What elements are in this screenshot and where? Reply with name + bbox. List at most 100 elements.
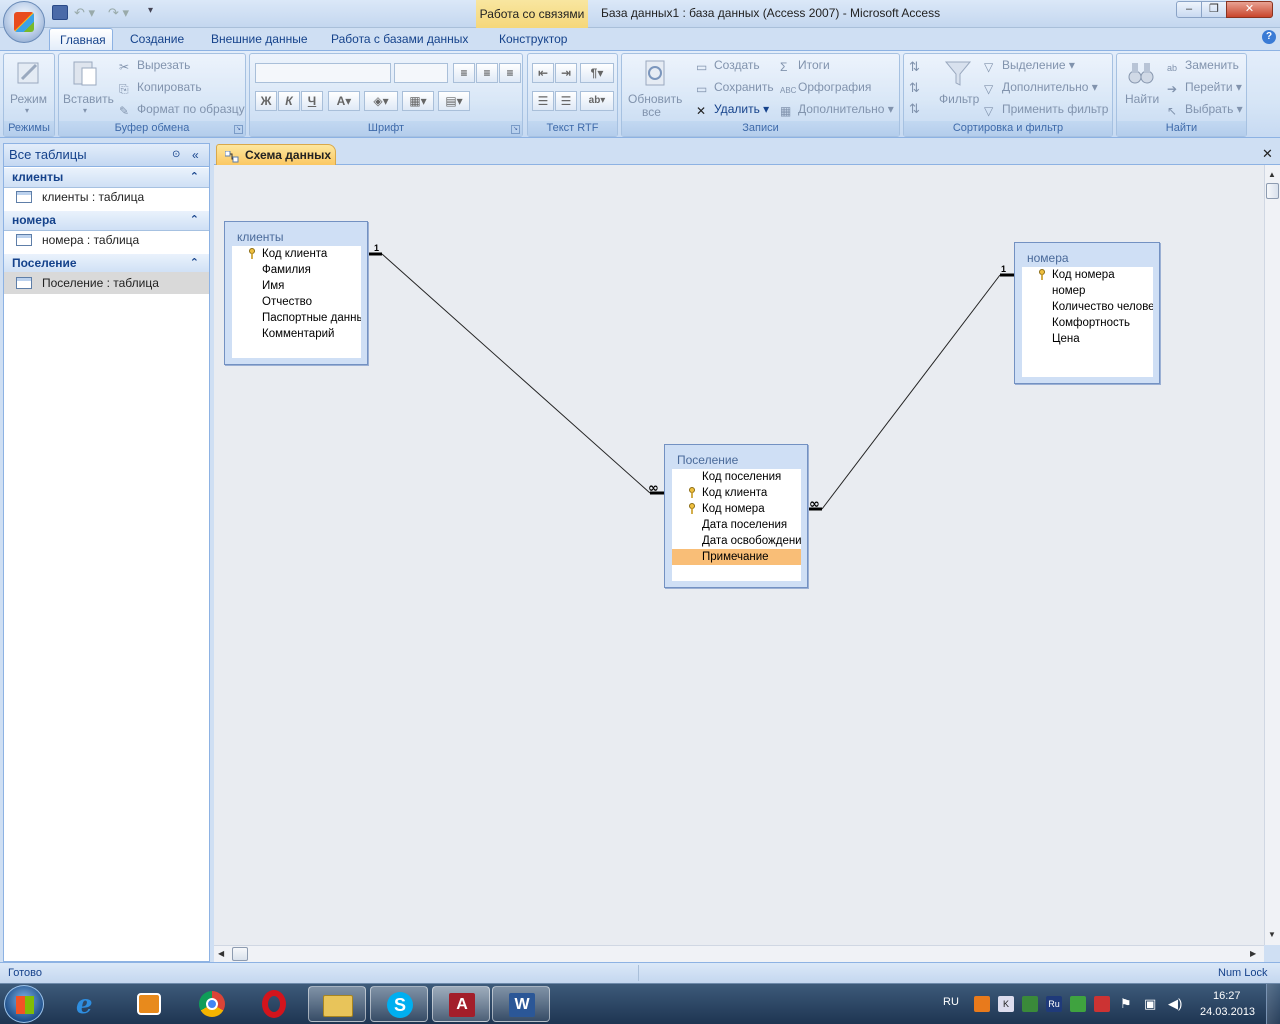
clock-date[interactable]: 24.03.2013 <box>1200 1006 1255 1018</box>
minimize-button[interactable]: – <box>1176 1 1202 18</box>
tab-home[interactable]: Главная <box>49 28 113 50</box>
tray-sync-icon[interactable] <box>1022 996 1038 1012</box>
field-item-selected[interactable]: Примечание <box>672 549 801 565</box>
tray-keyboard-icon[interactable]: K <box>998 996 1014 1012</box>
tray-app-icon[interactable] <box>974 996 990 1012</box>
selection-button[interactable]: ▽ Выделение ▾ <box>984 58 1075 74</box>
language-indicator[interactable]: RU <box>943 996 959 1008</box>
goto-button[interactable]: ➔ Перейти ▾ <box>1167 80 1242 96</box>
view-dropdown-icon[interactable]: ▾ <box>25 106 29 115</box>
vertical-scrollbar[interactable]: ▲ ▼ <box>1264 165 1280 945</box>
tray-security-icon[interactable] <box>1070 996 1086 1012</box>
find-button[interactable]: Найти <box>1125 92 1159 106</box>
redo-icon[interactable]: ↷ ▾ <box>108 5 129 21</box>
select-button[interactable]: ↖ Выбрать ▾ <box>1167 102 1243 118</box>
collapse-icon[interactable]: ⌃ <box>190 168 199 187</box>
font-color-icon[interactable]: A▾ <box>328 91 360 111</box>
scroll-right-icon[interactable]: ▶ <box>1250 949 1256 958</box>
gridlines-icon[interactable]: ▦▾ <box>402 91 434 111</box>
bullets-icon[interactable]: ☰ <box>555 91 577 111</box>
field-item[interactable]: Паспортные данные <box>232 310 361 326</box>
table-title[interactable]: Поселение <box>665 445 807 469</box>
horizontal-scroll-thumb[interactable] <box>232 947 248 961</box>
spelling-button[interactable]: ABC Орфография <box>780 80 871 98</box>
field-item[interactable]: Дата освобождения <box>672 533 801 549</box>
field-item[interactable]: Код поселения <box>672 469 801 485</box>
advanced-filter-button[interactable]: ▽ Дополнительно ▾ <box>984 80 1098 96</box>
collapse-icon[interactable]: ⌃ <box>190 254 199 273</box>
nav-pane-header[interactable]: Все таблицы ⊙ « <box>3 143 210 167</box>
vertical-scroll-thumb[interactable] <box>1266 183 1279 199</box>
field-item[interactable]: Имя <box>232 278 361 294</box>
field-item[interactable]: Код клиента <box>672 485 801 501</box>
field-item[interactable]: Фамилия <box>232 262 361 278</box>
cut-button[interactable]: ✂ Вырезать <box>119 58 190 74</box>
restore-button[interactable]: ❐ <box>1201 1 1227 18</box>
field-item[interactable]: Количество человек <box>1022 299 1153 315</box>
nav-item-klienty-table[interactable]: клиенты : таблица <box>4 186 209 208</box>
table-window-poselenie[interactable]: Поселение Код поселения Код клиента Код … <box>664 444 808 588</box>
table-window-nomera[interactable]: номера Код номера номер Количество челов… <box>1014 242 1160 384</box>
replace-button[interactable]: ab Заменить <box>1167 58 1239 75</box>
nav-item-poselenie-table[interactable]: Поселение : таблица <box>4 272 209 294</box>
nav-group-klienty[interactable]: клиенты ⌃ <box>4 168 209 188</box>
scroll-up-icon[interactable]: ▲ <box>1268 170 1276 179</box>
volume-icon[interactable]: ◀) <box>1168 996 1182 1012</box>
collapse-icon[interactable]: ⌃ <box>190 211 199 230</box>
table-title[interactable]: клиенты <box>225 222 367 246</box>
align-right-icon[interactable]: ≡ <box>499 63 521 83</box>
fill-color-icon[interactable]: ◈▾ <box>364 91 398 111</box>
show-desktop-button[interactable] <box>1266 984 1280 1024</box>
refresh-all-label[interactable]: все <box>642 105 661 119</box>
table-window-klienty[interactable]: клиенты Код клиента Фамилия Имя Отчество… <box>224 221 368 365</box>
save-icon[interactable] <box>52 5 68 20</box>
taskbar-access-icon[interactable]: A <box>432 986 490 1022</box>
field-item[interactable]: Код номера <box>1022 267 1153 283</box>
tray-ru-icon[interactable]: Ru <box>1046 996 1062 1012</box>
nav-item-nomera-table[interactable]: номера : таблица <box>4 229 209 251</box>
refresh-button[interactable]: Обновить <box>628 92 682 106</box>
field-item[interactable]: Код номера <box>672 501 801 517</box>
font-size-select[interactable] <box>394 63 448 83</box>
clipboard-launcher-icon[interactable]: ↘ <box>234 125 243 134</box>
font-launcher-icon[interactable]: ↘ <box>511 125 520 134</box>
field-item[interactable]: Цена <box>1022 331 1153 347</box>
taskbar-explorer-icon[interactable] <box>308 986 366 1022</box>
scroll-left-icon[interactable]: ◀ <box>218 949 224 958</box>
field-item[interactable]: Дата поселения <box>672 517 801 533</box>
nav-group-poselenie[interactable]: Поселение ⌃ <box>4 254 209 274</box>
format-painter-button[interactable]: ✎ Формат по образцу <box>119 102 245 118</box>
paste-button[interactable]: Вставить <box>63 92 114 106</box>
field-item[interactable]: Отчество <box>232 294 361 310</box>
tab-database-tools[interactable]: Работа с базами данных <box>321 28 478 50</box>
table-title[interactable]: номера <box>1015 243 1159 267</box>
more-records-button[interactable]: ▦ Дополнительно ▾ <box>780 102 894 118</box>
nav-menu-dropdown-icon[interactable]: ⊙ <box>172 144 180 166</box>
tray-antivirus-icon[interactable] <box>1094 996 1110 1012</box>
decrease-indent-icon[interactable]: ⇤ <box>532 63 554 83</box>
scroll-down-icon[interactable]: ▼ <box>1268 930 1276 939</box>
field-item[interactable]: номер <box>1022 283 1153 299</box>
sort-icons[interactable]: ⇅ ⇅ ⇅ <box>909 56 920 119</box>
close-document-icon[interactable]: ✕ <box>1262 146 1273 162</box>
paste-dropdown-icon[interactable]: ▾ <box>83 106 87 115</box>
tab-external-data[interactable]: Внешние данные <box>201 28 318 50</box>
taskbar-media-player-icon[interactable] <box>120 986 178 1022</box>
office-button[interactable] <box>3 1 45 43</box>
nav-group-nomera[interactable]: номера ⌃ <box>4 211 209 231</box>
tab-create[interactable]: Создание <box>120 28 194 50</box>
apply-filter-button[interactable]: ▽ Применить фильтр <box>984 102 1108 118</box>
save-record-button[interactable]: ▭ Сохранить <box>696 80 774 96</box>
network-icon[interactable]: ▣ <box>1144 996 1156 1012</box>
clock-time[interactable]: 16:27 <box>1213 990 1241 1002</box>
font-name-select[interactable] <box>255 63 391 83</box>
totals-button[interactable]: Σ Итоги <box>780 58 830 74</box>
undo-icon[interactable]: ↶ ▾ <box>74 5 95 21</box>
taskbar-chrome-icon[interactable] <box>184 986 242 1022</box>
delete-button[interactable]: ✕ Удалить ▾ <box>696 102 769 118</box>
alternate-fill-icon[interactable]: ▤▾ <box>438 91 470 111</box>
bold-button[interactable]: Ж <box>255 91 277 111</box>
shutter-bar-close-icon[interactable]: « <box>192 144 199 166</box>
taskbar-ie-icon[interactable]: e <box>60 986 118 1022</box>
close-button[interactable]: ✕ <box>1226 1 1273 18</box>
